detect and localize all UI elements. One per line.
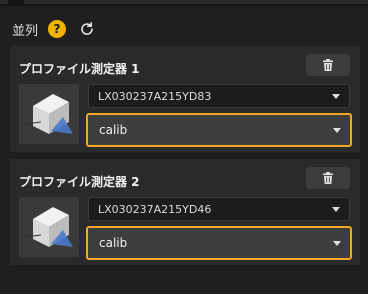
profiler-panel-1: プロファイル測定器 1 LX030237A215YD83 calib (10, 46, 360, 152)
profiler-thumbnail (19, 197, 79, 257)
refresh-icon[interactable] (78, 20, 96, 38)
device-select-value: LX030237A215YD46 (98, 202, 212, 216)
config-select[interactable]: calib (86, 226, 352, 260)
chevron-down-icon (332, 207, 340, 212)
trash-icon (323, 59, 333, 71)
tab-fragment (0, 0, 8, 4)
chevron-down-icon (333, 241, 341, 246)
profiler-thumbnail (19, 84, 79, 144)
delete-button[interactable] (306, 167, 350, 189)
chevron-down-icon (332, 94, 340, 99)
chevron-down-icon (333, 128, 341, 133)
profiler-panel-2: プロファイル測定器 2 LX030237A215YD46 calib (10, 159, 360, 265)
help-icon[interactable]: ? (48, 20, 67, 38)
config-select[interactable]: calib (86, 113, 352, 147)
profiler-name: プロファイル測定器 1 (19, 62, 140, 76)
device-select-value: LX030237A215YD83 (98, 89, 212, 103)
config-select-value: calib (99, 236, 128, 250)
delete-button[interactable] (306, 54, 350, 76)
device-select[interactable]: LX030237A215YD46 (88, 197, 350, 221)
profiler-name: プロファイル測定器 2 (19, 175, 140, 189)
section-header: 並列 ? (12, 18, 96, 40)
trash-icon (323, 172, 333, 184)
section-title: 並列 (12, 23, 39, 39)
device-select[interactable]: LX030237A215YD83 (88, 84, 350, 108)
tab-fragment (24, 0, 368, 4)
config-select-value: calib (99, 123, 128, 137)
top-strip (0, 0, 368, 6)
